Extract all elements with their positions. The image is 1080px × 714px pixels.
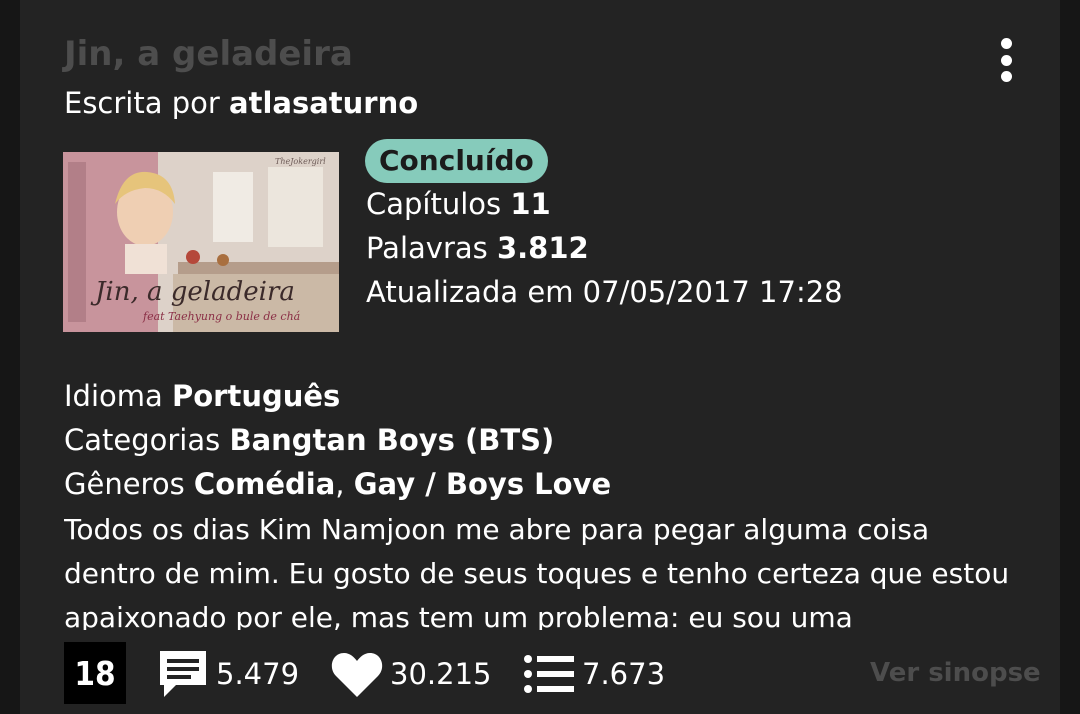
author-line: Escrita por atlasaturno bbox=[64, 86, 418, 120]
story-cover-image[interactable]: Jin, a geladeira feat Taehyung o bule de… bbox=[63, 152, 339, 332]
updated-label: Atualizada em bbox=[366, 275, 574, 309]
words-line: Palavras 3.812 bbox=[366, 231, 589, 265]
lists-stat[interactable]: 7.673 bbox=[522, 650, 665, 698]
comments-count: 5.479 bbox=[216, 657, 300, 691]
language-line: Idioma Português bbox=[64, 379, 340, 413]
comment-icon bbox=[160, 651, 206, 697]
genre-separator: , bbox=[335, 467, 354, 501]
language-value: Português bbox=[172, 379, 341, 413]
words-label: Palavras bbox=[366, 231, 488, 265]
lists-count: 7.673 bbox=[582, 657, 666, 691]
cover-artwork: Jin, a geladeira feat Taehyung o bule de… bbox=[63, 152, 339, 332]
heart-icon bbox=[331, 653, 383, 697]
chapters-count: 11 bbox=[510, 187, 551, 221]
age-rating-badge: 18 bbox=[64, 642, 126, 704]
favorites-count: 30.215 bbox=[390, 657, 492, 691]
favorites-stat[interactable]: 30.215 bbox=[330, 650, 491, 698]
chapters-line: Capítulos 11 bbox=[366, 187, 551, 221]
cover-signature: TheJokergirl bbox=[275, 157, 326, 166]
chapters-label: Capítulos bbox=[366, 187, 502, 221]
category-link[interactable]: Bangtan Boys (BTS) bbox=[229, 423, 554, 457]
genres-line: Gêneros Comédia, Gay / Boys Love bbox=[64, 467, 611, 501]
categories-line: Categorias Bangtan Boys (BTS) bbox=[64, 423, 554, 457]
status-badge: Concluído bbox=[365, 139, 548, 183]
story-title[interactable]: Jin, a geladeira bbox=[64, 34, 353, 74]
genre-link-gay-boys-love[interactable]: Gay / Boys Love bbox=[354, 467, 611, 501]
updated-line: Atualizada em 07/05/2017 17:28 bbox=[366, 275, 843, 309]
synopsis-text: Todos os dias Kim Namjoon me abre para p… bbox=[64, 513, 1010, 630]
author-name[interactable]: atlasaturno bbox=[229, 86, 418, 120]
words-count: 3.812 bbox=[496, 231, 589, 265]
comments-stat[interactable]: 5.479 bbox=[156, 650, 299, 698]
list-icon bbox=[524, 655, 574, 693]
genres-label: Gêneros bbox=[64, 467, 185, 501]
cover-title: Jin, a geladeira bbox=[90, 277, 295, 307]
more-options-icon[interactable] bbox=[988, 34, 1024, 86]
author-prefix: Escrita por bbox=[64, 86, 220, 120]
ver-sinopse-button[interactable]: Ver sinopse bbox=[870, 658, 1041, 688]
updated-date: 07/05/2017 17:28 bbox=[582, 275, 843, 309]
story-card[interactable]: Jin, a geladeira Escrita por atlasaturno… bbox=[20, 0, 1060, 714]
cover-subtitle: feat Taehyung o bule de chá bbox=[142, 310, 300, 323]
categories-label: Categorias bbox=[64, 423, 221, 457]
genre-link-comedia[interactable]: Comédia bbox=[194, 467, 335, 501]
language-label: Idioma bbox=[64, 379, 163, 413]
